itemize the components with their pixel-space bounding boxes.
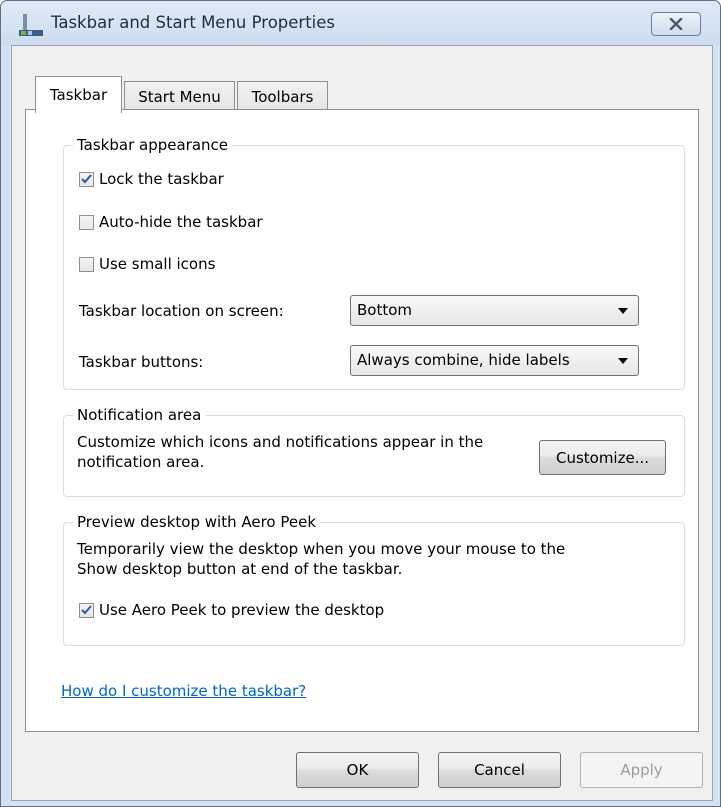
lock-taskbar-checkbox[interactable]	[79, 171, 94, 187]
cancel-button-label: Cancel	[474, 761, 525, 779]
apply-button-label: Apply	[620, 761, 663, 779]
buttons-label: Taskbar buttons:	[79, 353, 204, 371]
location-dropdown[interactable]: Bottom	[350, 295, 639, 326]
aero-peek-description-line1: Temporarily view the desktop when you mo…	[77, 540, 566, 558]
apply-button[interactable]: Apply	[580, 752, 703, 788]
title-bar[interactable]: Taskbar and Start Menu Properties	[1, 1, 720, 45]
close-button[interactable]	[651, 12, 701, 36]
ok-button-label: OK	[346, 761, 369, 779]
tab-taskbar[interactable]: Taskbar	[35, 76, 122, 113]
checkmark-icon	[81, 605, 92, 615]
location-label: Taskbar location on screen:	[79, 302, 284, 320]
tab-taskbar-label: Taskbar	[49, 86, 108, 104]
small-icons-checkbox[interactable]	[79, 256, 94, 272]
aero-peek-group: Preview desktop with Aero Peek Temporari…	[63, 513, 685, 646]
use-aero-peek-label: Use Aero Peek to preview the desktop	[99, 601, 385, 619]
small-icons-option[interactable]: Use small icons	[79, 255, 215, 273]
window-title: Taskbar and Start Menu Properties	[51, 13, 335, 32]
cancel-button[interactable]: Cancel	[438, 752, 561, 788]
lock-taskbar-option[interactable]: Lock the taskbar	[79, 170, 224, 188]
ok-button[interactable]: OK	[296, 752, 419, 788]
use-aero-peek-option[interactable]: Use Aero Peek to preview the desktop	[79, 601, 384, 619]
chevron-down-icon	[618, 358, 628, 364]
taskbar-appearance-group: Taskbar appearance Lock the taskbar Auto…	[63, 136, 685, 390]
auto-hide-option[interactable]: Auto-hide the taskbar	[79, 213, 263, 231]
customize-button[interactable]: Customize...	[539, 440, 666, 475]
chevron-down-icon	[618, 308, 628, 314]
notification-area-title: Notification area	[73, 406, 206, 424]
buttons-value: Always combine, hide labels	[357, 351, 570, 369]
taskbar-properties-icon	[19, 14, 43, 36]
close-icon	[669, 18, 683, 30]
checkmark-icon	[81, 174, 92, 184]
auto-hide-label: Auto-hide the taskbar	[99, 213, 263, 231]
notification-description-line1: Customize which icons and notifications …	[77, 433, 484, 451]
aero-peek-title: Preview desktop with Aero Peek	[73, 513, 321, 531]
notification-area-group: Notification area Customize which icons …	[63, 406, 685, 497]
tab-panel-taskbar: Taskbar appearance Lock the taskbar Auto…	[25, 109, 699, 732]
aero-peek-description-line2: Show desktop button at end of the taskba…	[77, 560, 403, 578]
use-aero-peek-checkbox[interactable]	[79, 602, 94, 618]
taskbar-appearance-title: Taskbar appearance	[73, 136, 233, 154]
tab-start-menu-label: Start Menu	[138, 88, 221, 106]
customize-button-label: Customize...	[555, 448, 650, 467]
notification-description-line2: notification area.	[77, 453, 205, 471]
help-link[interactable]: How do I customize the taskbar?	[61, 682, 306, 700]
small-icons-label: Use small icons	[99, 255, 216, 273]
dialog-window: Taskbar and Start Menu Properties Taskba…	[0, 0, 721, 807]
buttons-dropdown[interactable]: Always combine, hide labels	[350, 345, 639, 376]
lock-taskbar-label: Lock the taskbar	[99, 170, 224, 188]
location-value: Bottom	[357, 301, 413, 319]
tab-toolbars-label: Toolbars	[251, 88, 314, 106]
auto-hide-checkbox[interactable]	[79, 214, 94, 230]
